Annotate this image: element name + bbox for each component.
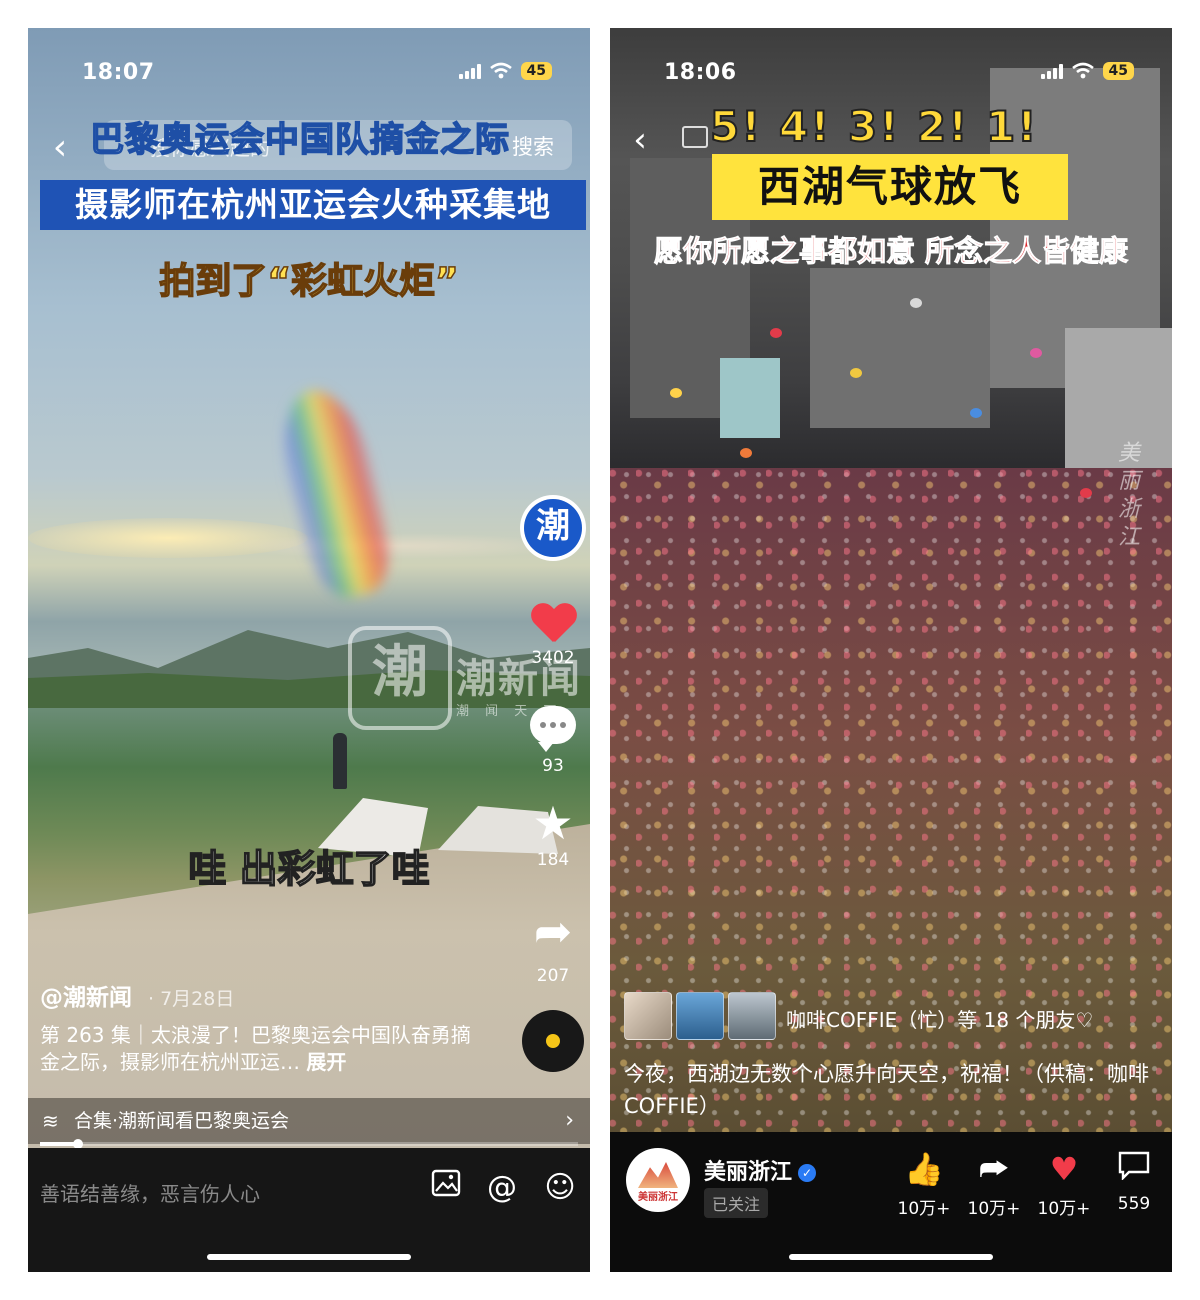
watermark: 美丽浙江 [1118, 441, 1141, 550]
cloud [228, 533, 568, 559]
avatar [624, 992, 672, 1040]
avatar [728, 992, 776, 1040]
balloon [740, 448, 752, 458]
status-bar: 18:06 45 [610, 28, 1172, 108]
home-indicator [789, 1254, 993, 1260]
share-button[interactable]: ➦ 207 [520, 908, 586, 986]
video-progress[interactable] [40, 1139, 578, 1149]
video-caption-yellow: 拍到了“彩虹火炬” [159, 260, 460, 303]
publisher-avatar[interactable]: 潮 [520, 495, 586, 561]
like-button[interactable]: 👍 10万+ [894, 1150, 954, 1219]
emoji-icon[interactable]: ☺ [540, 1168, 580, 1208]
video-screen-right: 18:06 45 ‹ 5! 4! 3! 2! 1! 西湖气球放飞 愿你所愿之事都… [610, 28, 1172, 1272]
back-button[interactable]: ‹ [622, 120, 658, 160]
like-count: 10万+ [897, 1199, 951, 1219]
layers-icon: ≋ [42, 1109, 59, 1133]
account-bar: 美丽浙江 美丽浙江 ✓ 已关注 👍 10万+ ⮫ 10万+ ♥ 10万+ 559 [610, 1132, 1172, 1272]
comment-input[interactable]: 善语结善缘，恶言伤人心 [40, 1178, 260, 1207]
favorite-count: 10万+ [1037, 1199, 1091, 1219]
comment-count: 559 [1117, 1194, 1151, 1214]
post-description: 第 263 集｜太浪漫了！巴黎奥运会中国队奋勇摘金之际，摄影师在杭州亚运… 展开 [40, 1022, 480, 1076]
account-avatar[interactable]: 美丽浙江 [626, 1148, 690, 1212]
balloon [670, 388, 682, 398]
favorite-button[interactable]: ♥ 10万+ [1034, 1150, 1094, 1219]
friend-avatars[interactable] [624, 992, 776, 1040]
comment-count: 93 [542, 756, 564, 776]
expand-button[interactable]: 展开 [306, 1050, 346, 1074]
image-icon[interactable] [426, 1168, 466, 1208]
collection-bar[interactable]: ≋ 合集·潮新闻看巴黎奥运会 › [28, 1098, 590, 1144]
friends-liked-text[interactable]: 咖啡COFFIE（忙）等 18 个朋友♡ [786, 1004, 1093, 1033]
balloon [1030, 348, 1042, 358]
follow-status[interactable]: 已关注 [704, 1188, 769, 1218]
heart-icon [531, 604, 575, 644]
status-bar: 18:07 45 [28, 28, 590, 108]
video-caption-top: 巴黎奥运会中国队摘金之际 [89, 119, 510, 161]
battery-icon: 45 [520, 62, 552, 80]
avatar-label: 美丽浙江 [638, 1192, 678, 1203]
status-time: 18:06 [664, 60, 737, 85]
like-count: 3402 [531, 648, 575, 668]
thumbs-up-icon: 👍 [904, 1150, 944, 1188]
account-name-text: 美丽浙江 [704, 1160, 793, 1185]
description-text: 第 263 集｜太浪漫了！巴黎奥运会中国队奋勇摘金之际，摄影师在杭州亚运… [40, 1023, 471, 1074]
comment-icon [1104, 1150, 1164, 1188]
post-description: 今夜，西湖边无数个心愿升向天空，祝福！（供稿：咖啡COFFIE） [624, 1062, 1149, 1118]
photographer [333, 733, 347, 789]
at-icon[interactable]: @ [482, 1168, 522, 1208]
signal-icon [458, 63, 481, 79]
cast-icon[interactable] [682, 126, 708, 148]
chevron-right-icon: › [565, 1108, 574, 1133]
battery-icon: 45 [1102, 62, 1134, 80]
share-count: 10万+ [967, 1199, 1021, 1219]
share-icon: ➦ [533, 904, 573, 958]
collection-label: 合集·潮新闻看巴黎奥运会 [74, 1110, 290, 1132]
title-caption: 西湖气球放飞 [712, 154, 1068, 220]
video-subtitle: 哇 出彩虹了哇 [188, 846, 431, 892]
lit-sign [720, 358, 780, 438]
comment-button[interactable]: 559 [1104, 1150, 1164, 1214]
verified-icon: ✓ [798, 1164, 817, 1182]
status-time: 18:07 [82, 60, 155, 85]
share-count: 207 [536, 966, 570, 986]
watermark-logo: 潮 [348, 626, 452, 730]
wifi-icon [1071, 62, 1094, 79]
wifi-icon [489, 62, 512, 79]
balloon [910, 298, 922, 308]
rainbow [265, 380, 405, 606]
balloon [1080, 488, 1092, 498]
comment-icon [530, 706, 576, 752]
post-date: · 7月28日 [148, 988, 235, 1010]
share-button[interactable]: ⮫ 10万+ [964, 1150, 1024, 1219]
home-indicator [207, 1254, 411, 1260]
music-disc-icon[interactable] [522, 1010, 584, 1072]
wish-caption: 愿你所愿之事都如意 所念之人皆健康 [653, 234, 1129, 269]
author-line: @潮新闻 · 7月28日 [40, 978, 234, 1012]
back-button[interactable]: ‹ [40, 128, 80, 168]
video-screen-left: 18:07 45 ‹ 搜你感兴趣的 搜索 巴黎奥运会中国队摘金之际 摄影师在杭州… [28, 28, 590, 1272]
comment-bar: 善语结善缘，恶言伤人心 @ ☺ [28, 1148, 590, 1272]
building [810, 268, 990, 428]
balloon [770, 328, 782, 338]
publisher-logo: 潮 [524, 499, 582, 557]
share-icon: ⮫ [979, 1150, 1009, 1188]
video-caption-banner: 摄影师在杭州亚运会火种采集地 [40, 180, 586, 230]
author-name[interactable]: @潮新闻 [40, 985, 132, 1011]
account-name[interactable]: 美丽浙江 ✓ [704, 1154, 817, 1186]
comment-button[interactable]: 93 [520, 706, 586, 776]
countdown-caption: 5! 4! 3! 2! 1! [709, 101, 1039, 152]
avatar [676, 992, 724, 1040]
like-button[interactable]: 3402 [520, 604, 586, 668]
heart-icon: ♥ [1049, 1150, 1079, 1188]
balloon [850, 368, 862, 378]
signal-icon [1040, 63, 1063, 79]
balloon [970, 408, 982, 418]
search-button[interactable]: 搜索 [512, 131, 554, 161]
